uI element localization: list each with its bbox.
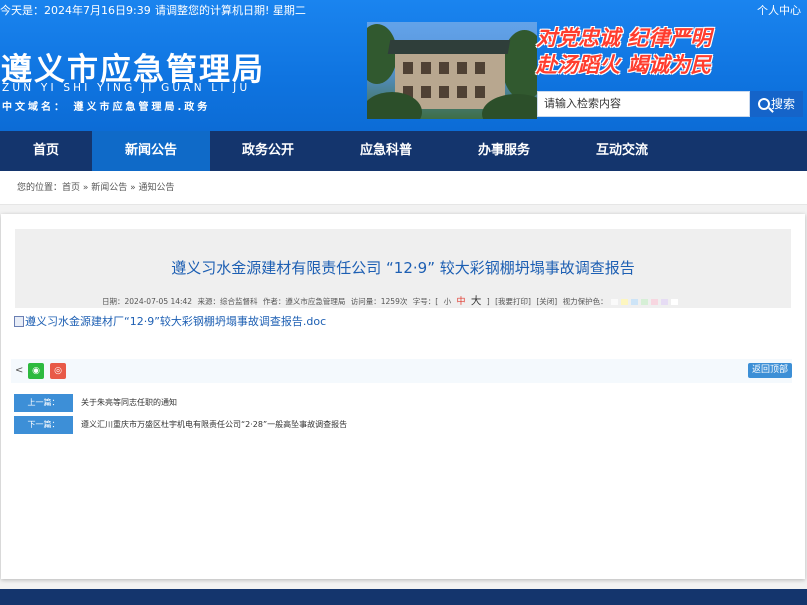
- next-article-row: 下一篇： 遵义汇川重庆市万盛区杜宇机电有限责任公司“2·28”一般高坠事故调查报告: [14, 416, 347, 434]
- slogan-line-1: 对党忠诚 纪律严明: [536, 25, 712, 50]
- eye-color-swatch[interactable]: [670, 299, 678, 305]
- close-button[interactable]: [关闭]: [536, 297, 557, 306]
- share-icon: <: [15, 365, 24, 376]
- meta-fontsize-label: 字号：[: [412, 297, 439, 306]
- eye-color-swatch[interactable]: [650, 299, 658, 305]
- font-small-button[interactable]: 小: [444, 297, 452, 306]
- search-button[interactable]: 搜索: [750, 91, 803, 117]
- date-notice: 请调整您的计算机日期! 星期二: [155, 4, 306, 17]
- eye-protect-label: 视力保护色：: [562, 297, 608, 306]
- font-medium-button[interactable]: 中: [456, 297, 465, 307]
- header-building-photo: [367, 22, 537, 119]
- eye-color-swatch[interactable]: [630, 299, 638, 305]
- doc-file-icon: [14, 316, 24, 327]
- attachment-filename: 遵义习水金源建材厂“12·9”较大彩钢棚坍塌事故调查报告.doc: [25, 315, 327, 328]
- attachment-link[interactable]: 遵义习水金源建材厂“12·9”较大彩钢棚坍塌事故调查报告.doc: [14, 313, 326, 329]
- meta-source: 来源：综合监督科: [197, 297, 258, 306]
- nav-item-services[interactable]: 办事服务: [445, 131, 563, 171]
- main-nav: 首页 新闻公告 政务公开 应急科普 办事服务 互动交流: [0, 131, 807, 171]
- search-icon: [757, 98, 770, 110]
- prev-label: 上一篇：: [14, 394, 73, 412]
- weibo-share-icon[interactable]: ◎: [50, 363, 66, 379]
- font-large-button[interactable]: 大: [471, 295, 482, 307]
- nav-item-emergency-science[interactable]: 应急科普: [327, 131, 445, 171]
- print-button[interactable]: [我要打印]: [495, 297, 531, 306]
- eye-color-swatch[interactable]: [660, 299, 668, 305]
- eye-color-swatch[interactable]: [640, 299, 648, 305]
- article-title: 遵义习水金源建材有限责任公司 “12·9” 较大彩钢棚坍塌事故调查报告: [171, 259, 635, 277]
- header-slogan: 对党忠诚 纪律严明 赴汤蹈火 竭诚为民: [536, 24, 711, 78]
- breadcrumb[interactable]: 您的位置：首页 » 新闻公告 » 通知公告: [0, 171, 807, 205]
- slogan-line-2: 赴汤蹈火 竭诚为民: [536, 52, 712, 77]
- wechat-share-icon[interactable]: ◉: [28, 363, 44, 379]
- search-button-label: 搜索: [770, 97, 795, 111]
- next-article-link[interactable]: 遵义汇川重庆市万盛区杜宇机电有限责任公司“2·28”一般高坠事故调查报告: [81, 420, 347, 429]
- meta-date: 日期：2024-07-05 14:42: [102, 297, 193, 306]
- top-bar: 今天是：2024年7月16日9:39 请调整您的计算机日期! 星期二 个人中心: [0, 0, 807, 22]
- meta-author: 作者：遵义市应急管理局: [262, 297, 346, 306]
- nav-item-news[interactable]: 新闻公告: [92, 131, 210, 171]
- site-domain: 中文域名： 遵义市应急管理局.政务: [2, 102, 211, 113]
- nav-item-interaction[interactable]: 互动交流: [563, 131, 681, 171]
- search-input[interactable]: 请输入检索内容: [537, 91, 750, 117]
- site-pinyin: ZUN YI SHI YING JI GUAN LI JU: [2, 82, 251, 94]
- nav-item-gov-affairs[interactable]: 政务公开: [209, 131, 327, 171]
- current-date: 今天是：2024年7月16日9:39: [0, 4, 151, 17]
- eye-color-swatch[interactable]: [610, 299, 618, 305]
- article-panel: 遵义习水金源建材有限责任公司 “12·9” 较大彩钢棚坍塌事故调查报告 日期：2…: [1, 214, 805, 579]
- nav-item-home[interactable]: 首页: [0, 131, 105, 171]
- share-bar: < ◉ ◎ 返回顶部: [11, 359, 792, 383]
- article-meta: 日期：2024-07-05 14:42 来源：综合监督科 作者：遵义市应急管理局…: [102, 293, 681, 308]
- site-header: 今天是：2024年7月16日9:39 请调整您的计算机日期! 星期二 个人中心 …: [0, 0, 807, 131]
- article-header: 遵义习水金源建材有限责任公司 “12·9” 较大彩钢棚坍塌事故调查报告 日期：2…: [15, 229, 791, 308]
- back-to-top-button[interactable]: 返回顶部: [747, 363, 792, 378]
- meta-fontsize-end: ]: [486, 297, 490, 306]
- user-center-link[interactable]: 个人中心: [757, 0, 801, 22]
- prev-article-row: 上一篇： 关于朱亮等同志任职的通知: [14, 394, 177, 412]
- footer-band: [0, 589, 807, 605]
- prev-article-link[interactable]: 关于朱亮等同志任职的通知: [81, 398, 177, 407]
- meta-views: 访问量：1259次: [350, 297, 408, 306]
- eye-color-swatch[interactable]: [620, 299, 628, 305]
- next-label: 下一篇：: [14, 416, 73, 434]
